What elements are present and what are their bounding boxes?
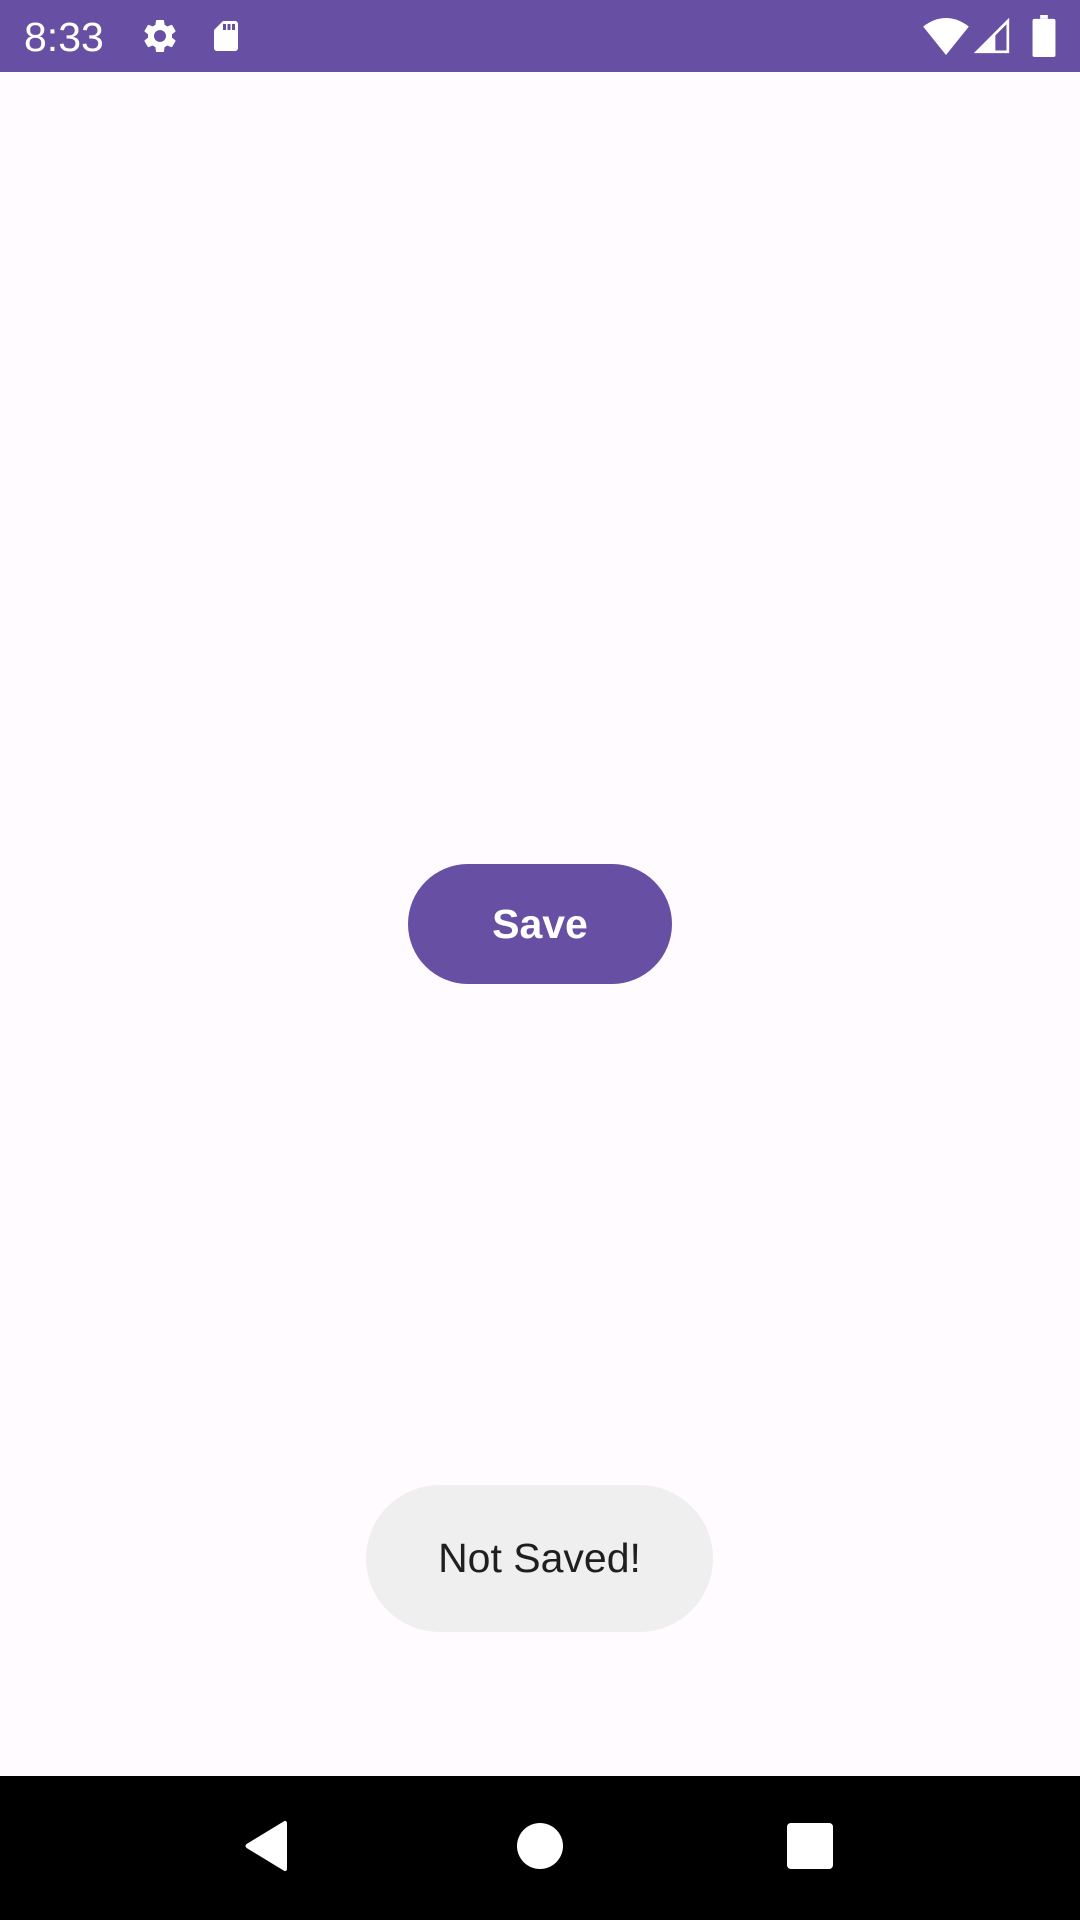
recents-button[interactable] (750, 1776, 870, 1920)
sd-card-icon (204, 0, 248, 72)
wifi-icon (920, 0, 972, 72)
save-button[interactable]: Save (408, 864, 672, 984)
navigation-bar (0, 1776, 1080, 1920)
status-time: 8:33 (24, 14, 104, 60)
battery-icon (1024, 0, 1064, 72)
back-icon (243, 1820, 291, 1877)
home-icon (517, 1822, 563, 1874)
home-button[interactable] (480, 1776, 600, 1920)
back-button[interactable] (207, 1776, 327, 1920)
status-bar: 8:33 (0, 0, 1080, 72)
cell-signal-icon (972, 0, 1012, 72)
recents-icon (787, 1822, 833, 1874)
gear-icon (138, 0, 182, 72)
toast-message: Not Saved! (366, 1485, 713, 1632)
